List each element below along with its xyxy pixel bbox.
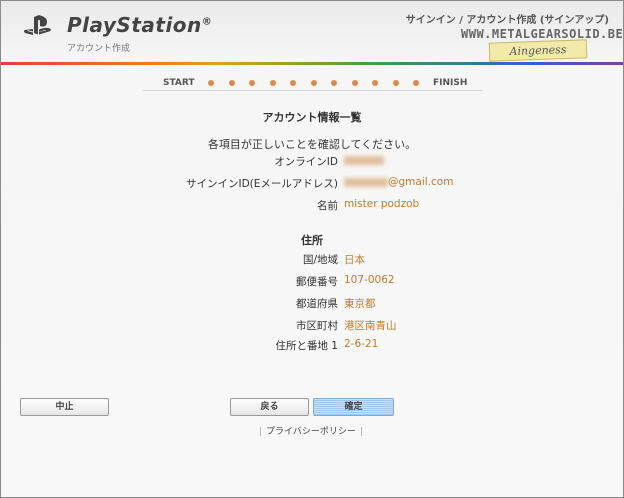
progress-dot [228, 80, 235, 86]
brand-title: PlayStation® [67, 13, 212, 37]
confirm-button[interactable]: 確定 [313, 398, 394, 416]
progress-dot [392, 80, 399, 86]
registered-mark: ® [201, 16, 213, 28]
divider: | [259, 427, 263, 437]
header-divider [1, 62, 623, 65]
field-value: 日本 [344, 254, 365, 266]
progress-dot [351, 80, 358, 86]
progress-dot [249, 80, 255, 86]
email-value: @gmail.com [344, 176, 453, 188]
redacted-online-id [344, 155, 384, 165]
window-frame: PlayStation® アカウント作成 サインイン / アカウント作成 (サイ… [0, 0, 624, 498]
field-row-postal-code: 郵便番号 [1, 274, 338, 290]
page-title: アカウント情報一覧 [262, 111, 362, 124]
field-label: 名前 [317, 200, 338, 212]
privacy-policy-link[interactable]: プライバシーポリシー [266, 427, 356, 437]
progress-dot [269, 80, 276, 86]
field-label: 住所と番地 1 [275, 340, 338, 352]
field-value: 東京都 [344, 298, 376, 310]
progress-dot [290, 80, 296, 86]
field-value-name: mister podzob [338, 198, 538, 214]
field-label: サインインID(Eメールアドレス) [185, 178, 338, 190]
field-row-address-1: 住所と番地 1 [1, 338, 338, 354]
field-value-online-id [338, 154, 538, 170]
confirm-message: 各項目が正しいことを確認してください。 [207, 138, 417, 151]
field-row-city: 市区町村 [1, 318, 338, 334]
progress-dot [331, 80, 337, 86]
progress-dot [413, 80, 419, 86]
watermark-tag: Aingeness [488, 39, 588, 62]
field-value-city: 港区南青山 [338, 318, 538, 334]
field-row-country: 国/地域 [1, 252, 338, 268]
footer-links: | プライバシーポリシー | [255, 424, 367, 437]
page-label: サインイン / アカウント作成 (サインアップ) [405, 15, 609, 26]
field-value: 港区南青山 [344, 320, 397, 332]
field-row-prefecture: 都道府県 [1, 296, 338, 312]
field-label: 国/地域 [302, 254, 338, 266]
field-row-name: 名前 [1, 198, 338, 214]
field-label: オンラインID [274, 156, 338, 168]
cancel-button[interactable]: 中止 [20, 398, 109, 416]
field-value: 2-6-21 [344, 338, 379, 350]
header: PlayStation® アカウント作成 サインイン / アカウント作成 (サイ… [1, 1, 624, 65]
field-label: 都道府県 [296, 298, 338, 310]
redacted-email [344, 177, 388, 187]
field-value-country: 日本 [338, 252, 538, 268]
field-row-online-id: オンラインID [1, 154, 338, 170]
progress-start-label: START [163, 78, 195, 88]
progress-divider [143, 90, 483, 91]
playstation-logo-icon [23, 15, 51, 35]
field-label: 郵便番号 [296, 276, 338, 288]
progress-dot [208, 80, 214, 86]
page-subtitle: アカウント作成 [67, 44, 131, 54]
divider: | [359, 427, 363, 437]
blurred-value [344, 154, 384, 166]
progress-finish-label: FINISH [433, 78, 468, 88]
field-value-postal-code: 107-0062 [338, 274, 538, 290]
field-value-signin-id: @gmail.com [338, 176, 538, 192]
field-value-prefecture: 東京都 [338, 296, 538, 312]
field-label: 市区町村 [296, 320, 338, 332]
field-value: @gmail.com [388, 176, 454, 188]
field-value: mister podzob [344, 198, 420, 210]
brand-name: PlayStation [67, 13, 202, 37]
field-row-signin-id: サインインID(Eメールアドレス) [1, 176, 338, 192]
field-value: 107-0062 [344, 274, 395, 286]
field-value-address-1: 2-6-21 [338, 338, 538, 354]
progress-dot [372, 80, 378, 86]
progress-dot [310, 80, 317, 86]
address-heading: 住所 [301, 234, 323, 247]
back-button[interactable]: 戻る [230, 398, 309, 416]
watermark-text: WWW.METALGEARSOLID.BE [461, 27, 624, 41]
